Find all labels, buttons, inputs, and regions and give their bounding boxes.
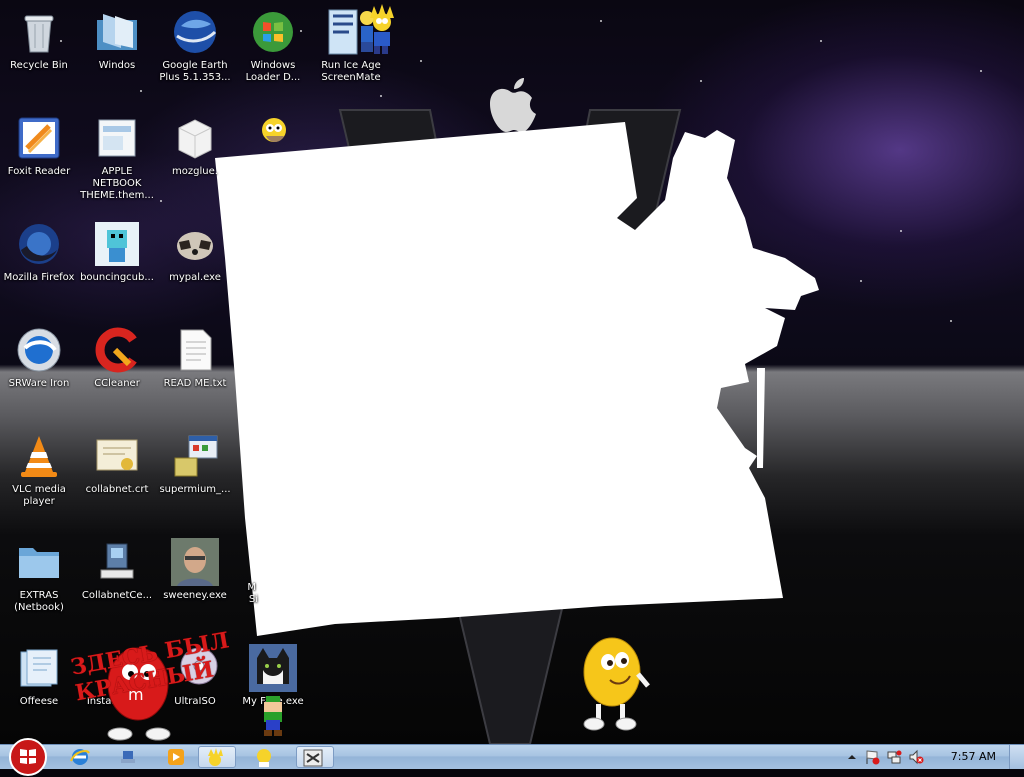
- desktop-icon-label: Windos: [98, 60, 136, 71]
- network-setup-icon: [93, 538, 141, 586]
- bouncing-cube-icon: [93, 220, 141, 268]
- desktop-icon-label: READ ME.txt: [163, 378, 227, 389]
- taskbar-simpsons-app-2[interactable]: [248, 746, 280, 768]
- vlc-cone-icon: [15, 432, 63, 480]
- desktop-icon-bouncingcube[interactable]: bouncingcub...: [78, 220, 156, 284]
- show-desktop-button[interactable]: [1009, 745, 1024, 769]
- clock[interactable]: 7:57 AM: [951, 750, 996, 763]
- desktop-icon-label: CollabnetCe...: [81, 590, 153, 601]
- srware-iron-icon: [15, 326, 63, 374]
- taskbar-network[interactable]: [112, 746, 144, 768]
- desktop-icon-collabnet-crt[interactable]: collabnet.crt: [78, 432, 156, 496]
- desktop-icon-collabnetce[interactable]: CollabnetCe...: [78, 538, 156, 602]
- desktop: Recycle Bin Foxit Reader Mozilla Firefox…: [0, 0, 1024, 744]
- desktop-icon-partial[interactable]: M Si: [212, 582, 282, 606]
- google-earth-icon: [171, 8, 219, 56]
- certificate-icon: [93, 432, 141, 480]
- desktop-icon-label: APPLE NETBOOK THEME.them...: [80, 166, 154, 201]
- desktop-icon-label-partial: Si: [248, 594, 258, 605]
- desktop-icon-supermium[interactable]: supermium_...: [156, 432, 234, 496]
- foxit-reader-icon: [15, 114, 63, 162]
- taskbar-app-window[interactable]: [296, 746, 334, 768]
- desktop-icon-label: collabnet.crt: [85, 484, 149, 495]
- photo-icon: [171, 538, 219, 586]
- app-window-icon: [303, 749, 323, 767]
- desktop-icon-label: Windows Loader D...: [245, 60, 301, 83]
- desktop-icon-label: mypal.exe: [169, 272, 221, 283]
- show-hidden-icons-chevron-icon[interactable]: [844, 749, 860, 765]
- start-button[interactable]: [8, 737, 48, 777]
- taskbar-internet-explorer[interactable]: [64, 746, 96, 768]
- desktop-icon-label: Run Ice Age ScreenMate: [321, 60, 381, 83]
- desktop-icon-apple-netbook-theme[interactable]: APPLE NETBOOK THEME.them...: [78, 114, 156, 202]
- taskbar: 7:57 AM: [0, 738, 1024, 776]
- firefox-icon: [15, 220, 63, 268]
- network-tray-icon[interactable]: [886, 749, 902, 765]
- simpsons-icon: [208, 748, 223, 766]
- desktop-icon-srware-iron[interactable]: SRWare Iron: [0, 326, 78, 390]
- recycle-bin-icon: [15, 8, 63, 56]
- desktop-icon-extras-netbook[interactable]: EXTRAS (Netbook): [0, 538, 78, 614]
- theme-file-icon: [93, 114, 141, 162]
- desktop-icon-label: Foxit Reader: [7, 166, 71, 177]
- desktop-icon-label-partial: M: [247, 582, 256, 593]
- taskbar-media-player[interactable]: [160, 746, 192, 768]
- desktop-icon-offeese[interactable]: Offeese: [0, 644, 78, 708]
- folder-icon: [93, 8, 141, 56]
- text-file-icon: [171, 326, 219, 374]
- desktop-icon-foxit-reader[interactable]: Foxit Reader: [0, 114, 78, 178]
- homer-simpson-sprite: [262, 118, 286, 142]
- desktop-icon-windos[interactable]: Windos: [78, 8, 156, 72]
- folder-icon: [15, 644, 63, 692]
- desktop-icon-mypal[interactable]: mypal.exe: [156, 220, 234, 284]
- desktop-icon-windows-loader[interactable]: Windows Loader D...: [234, 8, 312, 84]
- white-overlay-shape: [215, 122, 819, 636]
- internet-explorer-icon: [70, 749, 90, 765]
- desktop-icon-label: SRWare Iron: [8, 378, 70, 389]
- taskbar-simpsons-app-1[interactable]: [198, 746, 236, 768]
- simpsons-icon: [257, 749, 271, 767]
- yellow-mm-character: [583, 637, 650, 731]
- desktop-icon-label: CCleaner: [94, 378, 140, 389]
- desktop-icon-recycle-bin[interactable]: Recycle Bin: [0, 8, 78, 72]
- luigi-sprite: [264, 696, 282, 736]
- cat-face-icon: [249, 644, 297, 692]
- volume-muted-icon[interactable]: [908, 749, 924, 765]
- desktop-icon-label: bouncingcub...: [80, 272, 154, 283]
- desktop-icon-label: Mozilla Firefox: [3, 272, 75, 283]
- lisa-simpson-sprite: [370, 4, 394, 54]
- desktop-icon-mozilla-firefox[interactable]: Mozilla Firefox: [0, 220, 78, 284]
- ccleaner-icon: [93, 326, 141, 374]
- network-icon: [121, 751, 135, 763]
- desktop-icon-read-me[interactable]: READ ME.txt: [156, 326, 234, 390]
- mypal-raccoon-icon: [171, 220, 219, 268]
- desktop-icon-ccleaner[interactable]: CCleaner: [78, 326, 156, 390]
- desktop-icon-label: EXTRAS (Netbook): [14, 590, 64, 613]
- desktop-icon-label: Offeese: [19, 696, 59, 707]
- folder-icon: [15, 538, 63, 586]
- desktop-icon-label: Recycle Bin: [10, 60, 68, 71]
- desktop-icon-label: Google Earth Plus 5.1.353...: [159, 60, 231, 83]
- desktop-icon-google-earth[interactable]: Google Earth Plus 5.1.353...: [156, 8, 234, 84]
- desktop-icon-label: supermium_...: [159, 484, 231, 495]
- media-player-icon: [168, 749, 184, 765]
- flag-icon[interactable]: [864, 749, 880, 765]
- system-tray: 7:57 AM: [844, 745, 1024, 769]
- desktop-icon-vlc-media-player[interactable]: VLC media player: [0, 432, 78, 508]
- installer-icon: [171, 432, 219, 480]
- desktop-icon-mozglue[interactable]: mozglue.: [156, 114, 234, 178]
- dll-file-icon: [171, 114, 219, 162]
- desktop-icon-label: mozglue.: [172, 166, 218, 177]
- windows-loader-icon: [249, 8, 297, 56]
- desktop-icon-label: VLC media player: [12, 484, 66, 507]
